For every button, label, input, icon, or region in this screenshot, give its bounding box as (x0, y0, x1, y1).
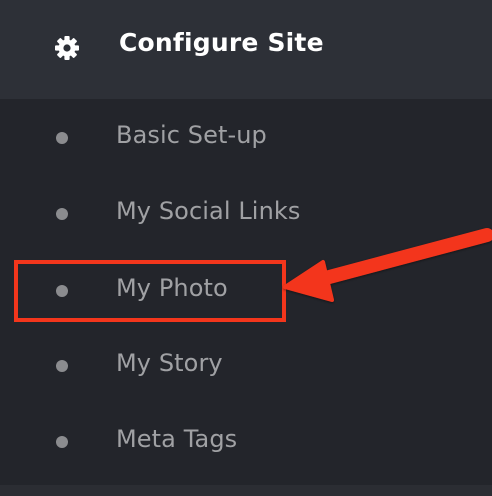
sidebar-item-label: Basic Set-up (116, 121, 267, 149)
sidebar-item-meta-tags[interactable]: Meta Tags (0, 411, 492, 471)
sidebar-item-basic-setup[interactable]: Basic Set-up (0, 107, 492, 167)
bullet-icon (56, 132, 68, 144)
sidebar-item-social-links[interactable]: My Social Links (0, 183, 492, 243)
sidebar-item-label: My Social Links (116, 197, 301, 225)
sidebar-title: Configure Site (119, 28, 324, 57)
sidebar-footer-strip (0, 485, 492, 496)
sidebar-header: Configure Site (0, 0, 492, 99)
annotation-highlight-box (14, 260, 286, 322)
sidebar-item-label: My Story (116, 349, 223, 377)
bullet-icon (56, 208, 68, 220)
bullet-icon (56, 436, 68, 448)
bullet-icon (56, 360, 68, 372)
sidebar-item-my-story[interactable]: My Story (0, 335, 492, 395)
gear-icon[interactable] (54, 35, 80, 61)
sidebar-item-label: Meta Tags (116, 425, 238, 453)
